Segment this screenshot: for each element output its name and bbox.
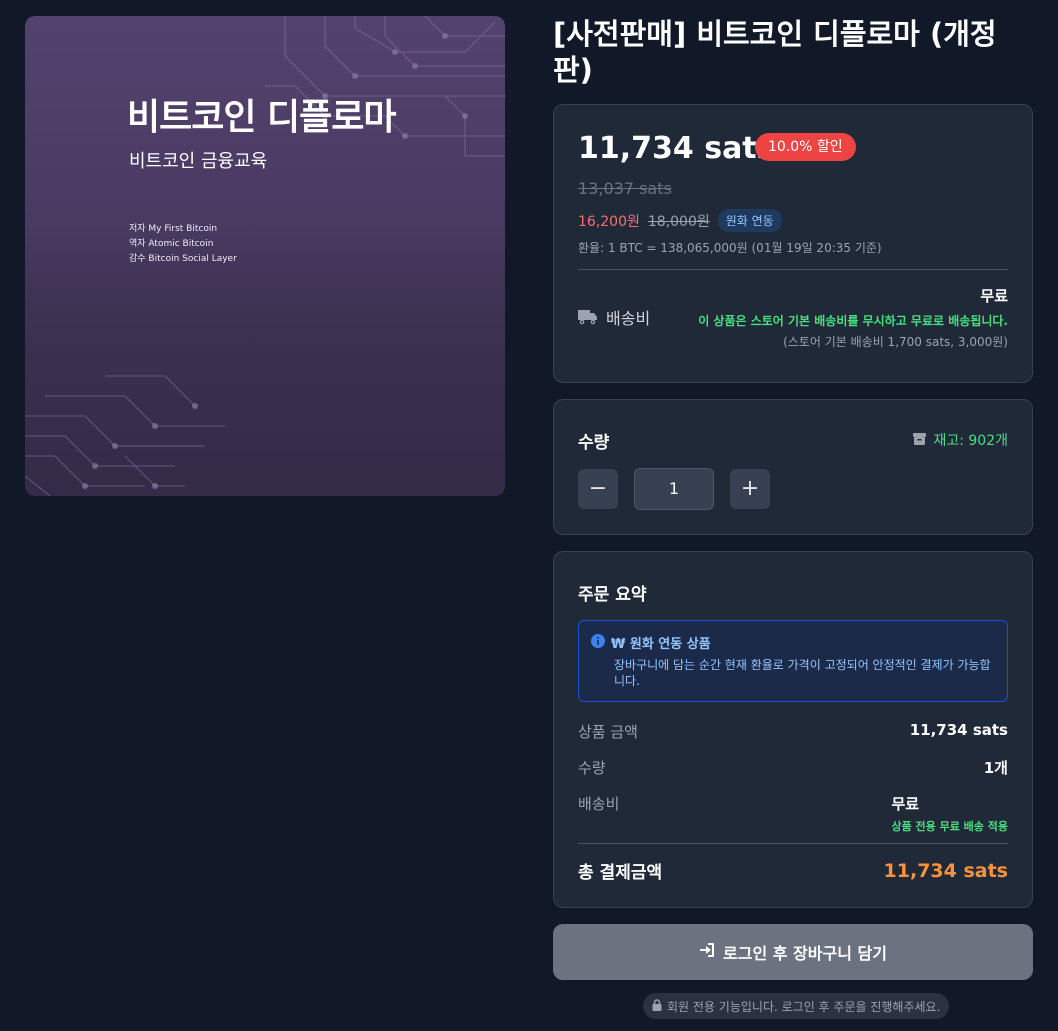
quantity-label: 수량 [578,433,610,453]
summary-value: 무료 [891,795,920,813]
summary-label: 수량 [578,759,606,777]
total-row: 총 결제금액 11,734 sats [578,858,1008,884]
info-icon [591,633,605,652]
total-value: 11,734 sats [883,859,1008,882]
original-price-sats: 13,037 sats [578,179,672,198]
member-only-note: 회원 전용 기능입니다. 로그인 후 주문을 진행해주세요. [643,993,950,1019]
summary-value: 11,734 sats [909,721,1008,739]
truck-icon [578,309,598,325]
krw-info-header: ₩ 원화 연동 상품 [591,633,711,652]
product-image: 비트코인 디플로마 비트코인 금융교육 저자 My First Bitcoin … [25,16,505,496]
summary-shipping-info: 무료 상품 전용 무료 배송 적용 [891,793,1008,834]
member-only-text: 회원 전용 기능입니다. 로그인 후 주문을 진행해주세요. [667,999,941,1014]
divider [578,843,1008,844]
cover-credits: 저자 My First Bitcoin 역자 Atomic Bitcoin 감수… [129,222,237,267]
shipping-value: 무료 [980,287,1008,305]
summary-label: 상품 금액 [578,723,638,741]
lock-icon [652,998,662,1014]
price-sats: 11,734 sats [578,131,775,166]
shipping-label: 배송비 [578,305,650,329]
login-add-to-cart-label: 로그인 후 장바구니 담기 [723,944,887,963]
cover-credit-author: 저자 My First Bitcoin [129,224,218,234]
stock-text: 재고: 902개 [933,433,1008,449]
cover-subtitle: 비트코인 금융교육 [129,151,268,172]
increase-quantity-button[interactable]: + [730,469,770,509]
krw-original-price: 18,000원 [647,213,710,230]
shipping-info: 무료 이 상품은 스토어 기본 배송비를 무시하고 무료로 배송됩니다. (스토… [698,285,1008,350]
krw-info-text: 장바구니에 담는 순간 현재 환율로 가격이 고정되어 안정적인 결제가 가능합… [614,658,991,688]
shipping-base: (스토어 기본 배송비 1,700 sats, 3,000원) [783,335,1008,349]
divider [578,269,1008,270]
decrease-quantity-button[interactable]: − [578,469,618,509]
discount-badge: 10.0% 할인 [755,133,856,161]
quantity-card: 수량 재고: 902개 − 1 + [553,399,1033,535]
total-label: 총 결제금액 [578,863,663,883]
summary-row-quantity: 수량 1개 [578,757,1008,778]
krw-linked-badge: 원화 연동 [717,209,782,232]
box-icon [913,432,927,449]
product-title: [사전판매] 비트코인 디플로마 (개정판) [553,17,997,87]
shipping-note: 이 상품은 스토어 기본 배송비를 무시하고 무료로 배송됩니다. [698,314,1008,328]
cover-credit-supervisor: 감수 Bitcoin Social Layer [129,254,237,264]
summary-row-product: 상품 금액 11,734 sats [578,721,1008,742]
cover-title: 비트코인 디플로마 [127,97,396,138]
summary-label: 배송비 [578,795,620,813]
summary-row-shipping: 배송비 무료 상품 전용 무료 배송 적용 [578,793,1008,834]
summary-value: 1개 [983,759,1008,777]
order-summary-title: 주문 요약 [578,585,647,605]
login-icon [699,942,715,962]
summary-shipping-note: 상품 전용 무료 배송 적용 [891,820,1008,833]
login-add-to-cart-button[interactable]: 로그인 후 장바구니 담기 [553,924,1033,980]
krw-price: 16,200원 [578,213,640,230]
price-card: 11,734 sats 10.0% 할인 13,037 sats 16,200원… [553,104,1033,383]
krw-price-row: 16,200원 18,000원 원화 연동 [578,209,782,232]
krw-info-box: ₩ 원화 연동 상품 장바구니에 담는 순간 현재 환율로 가격이 고정되어 안… [578,620,1008,702]
order-summary-card: 주문 요약 ₩ 원화 연동 상품 장바구니에 담는 순간 현재 환율로 가격이 … [553,551,1033,908]
shipping-label-text: 배송비 [606,309,651,328]
cover-credit-translator: 역자 Atomic Bitcoin [129,239,214,249]
krw-info-title: ₩ 원화 연동 상품 [611,637,711,652]
exchange-rate: 환율: 1 BTC = 138,065,000원 (01월 19일 20:35 … [578,241,882,255]
quantity-input[interactable]: 1 [634,468,714,510]
stock-info: 재고: 902개 [913,430,1008,450]
